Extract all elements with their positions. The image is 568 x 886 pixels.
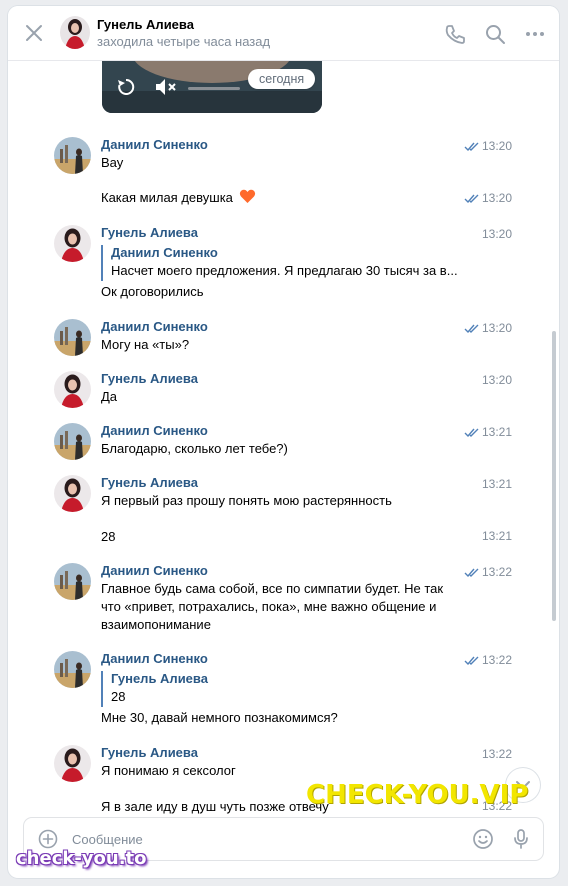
message-text-content: Какая милая девушка — [101, 190, 233, 205]
time-label: 13:22 — [481, 747, 512, 761]
message-author[interactable]: Даниил Синенко — [101, 423, 208, 438]
last-seen-status: заходила четыре часа назад — [97, 34, 271, 49]
avatar[interactable] — [54, 137, 91, 174]
message-time: 13:20 — [482, 373, 512, 387]
message-time: 13:22 — [464, 565, 512, 579]
read-check-icon — [464, 324, 479, 334]
time-label: 13:22 — [481, 653, 512, 667]
watermark-text: CHECK-YOU.VIP — [306, 780, 529, 810]
date-badge: сегодня — [248, 69, 316, 89]
message-text: 28 — [101, 529, 116, 544]
replay-icon[interactable] — [116, 77, 136, 97]
read-check-icon — [464, 428, 479, 438]
message-author[interactable]: Даниил Синенко — [101, 563, 208, 578]
time-label: 13:21 — [481, 529, 512, 543]
video-progress[interactable] — [188, 87, 240, 90]
message-author[interactable]: Гунель Алиева — [101, 371, 198, 386]
more-icon[interactable] — [524, 23, 546, 45]
avatar[interactable] — [54, 651, 91, 688]
read-check-icon — [464, 194, 479, 204]
time-label: 13:20 — [481, 321, 512, 335]
time-label: 13:21 — [481, 425, 512, 439]
message-time: 13:21 — [482, 529, 512, 543]
message-list[interactable]: сегодня Даниил Синенко Вау 13:20 Какая м… — [8, 61, 559, 819]
phone-icon[interactable] — [444, 23, 466, 45]
message-text: Ок договорились — [101, 284, 204, 299]
chat-title[interactable]: Гунель Алиева — [97, 17, 194, 32]
message-text: Я понимаю я сексолог — [101, 763, 236, 778]
time-label: 13:20 — [481, 191, 512, 205]
message-author[interactable]: Гунель Алиева — [101, 745, 198, 760]
message-time: 13:20 — [464, 139, 512, 153]
message-time: 13:22 — [482, 747, 512, 761]
time-label: 13:20 — [481, 227, 512, 241]
quote-text: 28 — [111, 689, 126, 704]
message-text: Мне 30, давай немного познакомимся? — [101, 710, 338, 725]
message-author[interactable]: Даниил Синенко — [101, 137, 208, 152]
chat-window: Гунель Алиева заходила четыре часа назад — [8, 6, 559, 878]
message-time: 13:22 — [464, 653, 512, 667]
message-text: Да — [101, 389, 118, 404]
quote-author: Даниил Синенко — [111, 245, 218, 260]
message-text: Вау — [101, 155, 124, 170]
reply-quote[interactable]: Гунель Алиева 28 — [101, 671, 481, 707]
chat-header: Гунель Алиева заходила четыре часа назад — [8, 6, 559, 61]
message-author[interactable]: Гунель Алиева — [101, 475, 198, 490]
time-label: 13:20 — [481, 373, 512, 387]
message-time: 13:21 — [464, 425, 512, 439]
scrollbar[interactable] — [552, 331, 556, 621]
message-text: Какая милая девушка — [101, 189, 481, 207]
avatar[interactable] — [54, 319, 91, 356]
message-text: Благодарю, сколько лет тебе?) — [101, 441, 288, 456]
read-check-icon — [464, 142, 479, 152]
message-time: 13:20 — [464, 321, 512, 335]
message-text: Я первый раз прошу понять мою растерянно… — [101, 493, 392, 508]
avatar[interactable] — [54, 371, 91, 408]
time-label: 13:21 — [481, 477, 512, 491]
avatar[interactable] — [54, 475, 91, 512]
avatar[interactable] — [60, 16, 90, 49]
avatar[interactable] — [54, 423, 91, 460]
search-icon[interactable] — [484, 23, 506, 45]
smile-icon[interactable] — [472, 828, 494, 850]
message-author[interactable]: Даниил Синенко — [101, 651, 208, 666]
message-time: 13:21 — [482, 477, 512, 491]
message-author[interactable]: Даниил Синенко — [101, 319, 208, 334]
avatar[interactable] — [54, 745, 91, 782]
message-text: Могу на «ты»? — [101, 337, 190, 352]
quote-text: Насчет моего предложения. Я предлагаю 30… — [111, 263, 458, 278]
read-check-icon — [464, 656, 479, 666]
mute-icon[interactable] — [154, 77, 180, 97]
avatar[interactable] — [54, 563, 91, 600]
reply-quote[interactable]: Даниил Синенко Насчет моего предложения.… — [101, 245, 481, 281]
attach-plus-icon[interactable] — [38, 829, 58, 849]
close-icon[interactable] — [24, 23, 44, 43]
message-time: 13:20 — [464, 191, 512, 205]
message-author[interactable]: Гунель Алиева — [101, 225, 198, 240]
avatar[interactable] — [54, 225, 91, 262]
message-input[interactable] — [72, 829, 452, 849]
message-text: Главное будь сама собой, все по симпатии… — [101, 581, 444, 632]
time-label: 13:22 — [481, 565, 512, 579]
quote-author: Гунель Алиева — [111, 671, 208, 686]
time-label: 13:20 — [481, 139, 512, 153]
mic-icon[interactable] — [510, 828, 532, 850]
message-time: 13:20 — [482, 227, 512, 241]
watermark-corner: check-you.to — [16, 848, 147, 869]
read-check-icon — [464, 568, 479, 578]
heart-emoji-icon — [239, 189, 255, 203]
